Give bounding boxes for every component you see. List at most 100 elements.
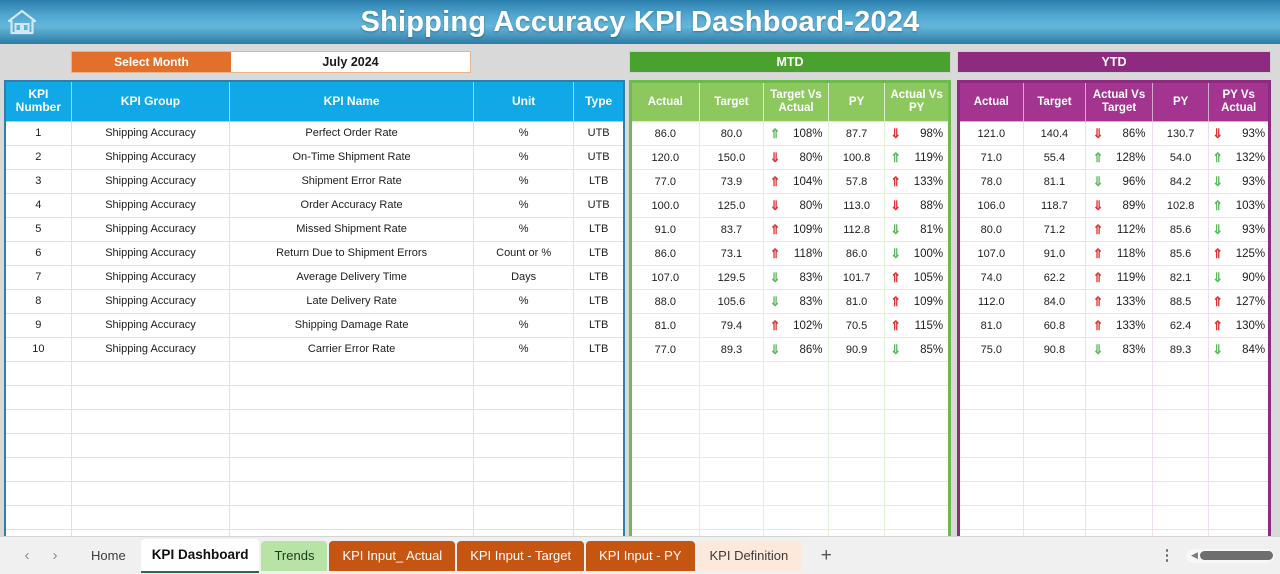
mtd-col-actual[interactable]: Actual	[631, 82, 700, 122]
sheet-tab-kpi-dashboard[interactable]: KPI Dashboard	[141, 539, 260, 573]
empty-cell	[71, 457, 230, 481]
empty-cell	[1152, 434, 1209, 458]
kpi-name-cell: Carrier Error Rate	[230, 337, 474, 361]
col-kpi-group[interactable]: KPI Group	[71, 81, 230, 121]
empty-cell	[631, 506, 700, 530]
arrow-up-icon: ⇑	[770, 175, 781, 188]
kpi-group-cell: Shipping Accuracy	[71, 289, 230, 313]
mtd-py-cell: 86.0	[828, 242, 885, 266]
empty-cell	[1023, 386, 1086, 410]
table-row: 6Shipping AccuracyReturn Due to Shipment…	[5, 241, 624, 265]
col-kpi-name[interactable]: KPI Name	[230, 81, 474, 121]
arrow-down-icon: ⇓	[770, 151, 781, 164]
col-type[interactable]: Type	[574, 81, 624, 121]
ytd-col-py[interactable]: PY	[1152, 82, 1209, 122]
table-row: 77.089.3⇓86%90.9⇓85%	[631, 338, 950, 362]
empty-cell	[699, 362, 764, 386]
empty-cell	[631, 362, 700, 386]
sheet-tab-kpi-input-target[interactable]: KPI Input - Target	[457, 541, 584, 571]
arrow-down-icon: ⇓	[1212, 175, 1223, 188]
mtd-actual-vs-py-percent: 115%	[909, 320, 943, 332]
mtd-actual-vs-py-cell: ⇑133%	[885, 170, 950, 194]
scrollbar-thumb[interactable]	[1200, 551, 1273, 560]
table-row-empty	[959, 362, 1270, 386]
empty-cell	[574, 433, 624, 457]
sheet-tab-kpi-input-py[interactable]: KPI Input - PY	[586, 541, 694, 571]
kpi-unit-cell: %	[473, 337, 573, 361]
sheet-bar-right: ◀	[1156, 544, 1280, 568]
empty-cell	[1209, 458, 1270, 482]
ytd-col-actual-vs-target[interactable]: Actual Vs Target	[1086, 82, 1153, 122]
ytd-target-cell: 84.0	[1023, 290, 1086, 314]
kpi-group-cell: Shipping Accuracy	[71, 337, 230, 361]
mtd-col-target-vs-actual[interactable]: Target Vs Actual	[764, 82, 829, 122]
col-kpi-number[interactable]: KPI Number	[5, 81, 71, 121]
col-kpi-number-line2: Number	[16, 100, 61, 114]
mtd-target-vs-actual-percent: 108%	[788, 128, 822, 140]
empty-cell	[885, 410, 950, 434]
empty-cell	[828, 362, 885, 386]
chevron-left-icon[interactable]: ‹	[16, 545, 38, 567]
kpi-number-cell: 5	[5, 217, 71, 241]
empty-cell	[764, 410, 829, 434]
table-row: 120.0150.0⇓80%100.8⇑119%	[631, 146, 950, 170]
empty-cell	[1152, 482, 1209, 506]
select-month-value[interactable]: July 2024	[231, 52, 470, 72]
more-options-icon[interactable]	[1156, 544, 1178, 568]
ytd-actual-vs-target-cell: ⇑128%	[1086, 146, 1153, 170]
kpi-unit-cell: %	[473, 313, 573, 337]
ytd-col-actual[interactable]: Actual	[959, 82, 1024, 122]
mtd-target-vs-actual-percent: 109%	[788, 224, 822, 236]
empty-cell	[699, 386, 764, 410]
col-unit[interactable]: Unit	[473, 81, 573, 121]
ytd-actual-vs-target-percent: 118%	[1111, 248, 1145, 260]
empty-cell	[230, 505, 474, 529]
ytd-py-vs-actual-cell: ⇓93%	[1209, 122, 1270, 146]
table-row: 91.083.7⇑109%112.8⇓81%	[631, 218, 950, 242]
scroll-left-icon[interactable]: ◀	[1186, 550, 1200, 561]
table-row: 5Shipping AccuracyMissed Shipment Rate%L…	[5, 217, 624, 241]
ytd-py-cell: 102.8	[1152, 194, 1209, 218]
home-button[interactable]	[0, 0, 44, 44]
arrow-up-icon: ⇑	[1212, 151, 1223, 164]
ytd-col-py-vs-actual[interactable]: PY Vs Actual	[1209, 82, 1270, 122]
sheet-tab-trends[interactable]: Trends	[261, 541, 327, 571]
mtd-target-vs-actual-cell: ⇓83%	[764, 290, 829, 314]
arrow-down-icon: ⇓	[890, 199, 901, 212]
sheet-tab-kpi-input-actual[interactable]: KPI Input_ Actual	[329, 541, 455, 571]
kpi-type-cell: LTB	[574, 313, 624, 337]
ytd-py-cell: 85.6	[1152, 242, 1209, 266]
kpi-info-table: KPI Number KPI Group KPI Name Unit Type …	[4, 80, 625, 554]
empty-cell	[1209, 362, 1270, 386]
ytd-body: 121.0140.4⇓86%130.7⇓93%71.055.4⇑128%54.0…	[959, 122, 1270, 554]
home-icon	[7, 9, 37, 35]
mtd-col-target[interactable]: Target	[699, 82, 764, 122]
table-row-empty	[5, 505, 624, 529]
sheet-tab-home[interactable]: Home	[78, 541, 139, 571]
table-row: 7Shipping AccuracyAverage Delivery TimeD…	[5, 265, 624, 289]
empty-cell	[764, 362, 829, 386]
empty-cell	[631, 386, 700, 410]
arrow-down-icon: ⇓	[890, 343, 901, 356]
empty-cell	[1023, 410, 1086, 434]
mtd-target-cell: 73.9	[699, 170, 764, 194]
empty-cell	[71, 433, 230, 457]
horizontal-scrollbar[interactable]: ◀	[1186, 549, 1274, 563]
kpi-name-cell: Shipment Error Rate	[230, 169, 474, 193]
mtd-col-actual-vs-py[interactable]: Actual Vs PY	[885, 82, 950, 122]
ytd-col-target[interactable]: Target	[1023, 82, 1086, 122]
mtd-target-vs-actual-cell: ⇑102%	[764, 314, 829, 338]
ytd-target-cell: 90.8	[1023, 338, 1086, 362]
mtd-col-py[interactable]: PY	[828, 82, 885, 122]
add-sheet-button[interactable]: +	[809, 541, 843, 571]
ytd-actual-vs-target-percent: 89%	[1111, 200, 1145, 212]
arrow-up-icon: ⇑	[1212, 319, 1223, 332]
ytd-py-vs-actual-percent: 90%	[1231, 272, 1265, 284]
empty-cell	[828, 386, 885, 410]
arrow-down-icon: ⇓	[770, 271, 781, 284]
table-row-empty	[5, 361, 624, 385]
chevron-right-icon[interactable]: ›	[44, 545, 66, 567]
sheet-tab-kpi-definition[interactable]: KPI Definition	[697, 541, 802, 571]
mtd-py-cell: 90.9	[828, 338, 885, 362]
empty-cell	[574, 409, 624, 433]
